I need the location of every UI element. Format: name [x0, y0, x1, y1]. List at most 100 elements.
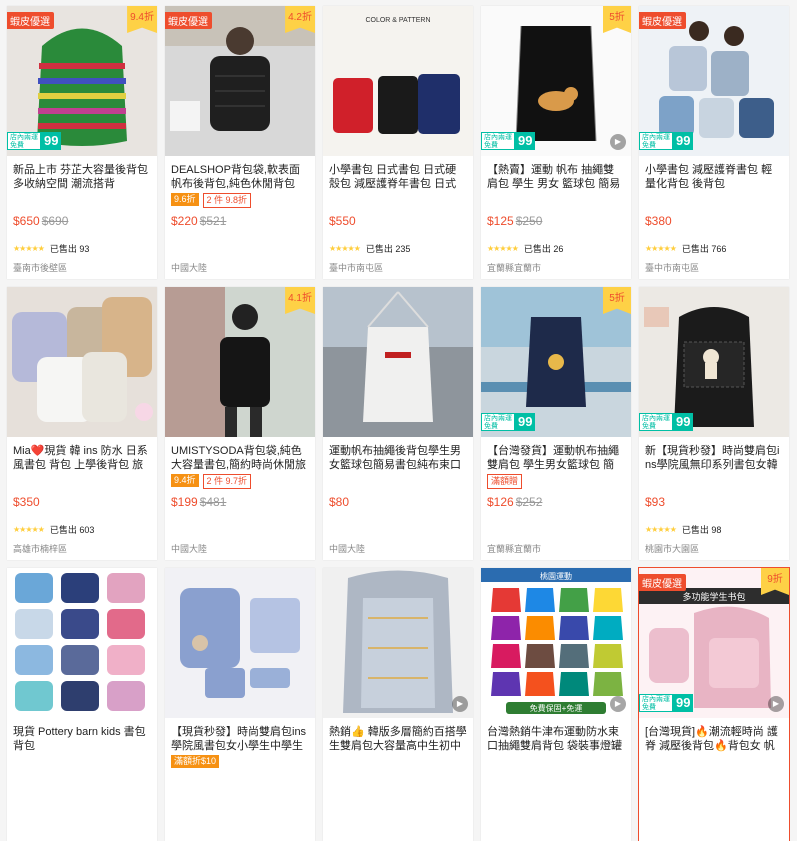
product-image[interactable]: 多功能学生书包蝦皮優選9折店內兩運免費免領券99▶: [639, 568, 789, 718]
video-play-icon[interactable]: ▶: [452, 696, 468, 712]
video-play-icon[interactable]: ▶: [610, 696, 626, 712]
current-price: $93: [645, 495, 666, 509]
product-title[interactable]: 台灣熱銷牛津布運動防水束口抽繩雙肩背包 袋裝事燈罐訓班...: [487, 725, 625, 753]
freeship-label: 店內兩運免費免領券: [481, 413, 515, 431]
promo-tags: [487, 755, 625, 771]
star-rating-icon: ★★★★★: [13, 244, 45, 253]
product-card[interactable]: 5折店內兩運免費免領券99 【台灣發貨】運動帆布抽繩雙肩包 學生男女籃球包 簡易書…: [481, 287, 631, 560]
preferred-badge: 蝦皮優選: [165, 12, 212, 29]
product-title[interactable]: 【現貨秒發】時尚雙肩包ins學院風書包女小學生中學生大容...: [171, 725, 309, 753]
product-title[interactable]: 新【現貨秒發】時尚雙肩包ins學院風無印系列書包女韓版原...: [645, 444, 783, 472]
product-image[interactable]: 蝦皮優選店內兩運免費免領券99: [639, 6, 789, 156]
product-image[interactable]: [165, 568, 315, 718]
star-rating-icon: ★★★★★: [487, 244, 519, 253]
product-image[interactable]: [7, 568, 157, 718]
promo-tags: [13, 755, 151, 771]
product-title[interactable]: 小學書包 日式書包 日式硬殼包 減壓護脊年書包 日式書包 雙...: [329, 163, 467, 191]
video-play-icon[interactable]: ▶: [768, 696, 784, 712]
shop-location: 中國大陸: [171, 544, 208, 554]
promo-tags: 滿額贈: [487, 474, 625, 490]
product-image[interactable]: 店內兩運免費免領券99: [639, 287, 789, 437]
product-card[interactable]: 店內兩運免費免領券99 新【現貨秒發】時尚雙肩包ins學院風無印系列書包女韓版原.…: [639, 287, 789, 560]
product-image[interactable]: 5折店內兩運免費免領券99: [481, 287, 631, 437]
freeship-amount: 99: [515, 413, 536, 431]
product-card[interactable]: 4.1折 UMISTYSODA背包袋,純色大容量書包,簡約時尚休閒旅行背... 9.…: [165, 287, 315, 560]
product-photo: [165, 568, 315, 718]
original-price: $521: [199, 214, 227, 228]
product-card[interactable]: 桃園運動免費保固+免運▶ 台灣熱銷牛津布運動防水束口抽繩雙肩背包 袋裝事燈罐訓班.…: [481, 568, 631, 841]
price: $650 $690: [13, 214, 68, 228]
freeship-label: 店內兩運免費免領券: [639, 694, 673, 712]
product-photo: COLOR & PATTERN: [323, 6, 473, 156]
rating-row: ★★★★★ 已售出 93: [13, 242, 89, 255]
product-image[interactable]: [323, 287, 473, 437]
promo-tag: 滿額折$10: [171, 755, 220, 768]
free-shipping-coupon: 店內兩運免費免領券99: [481, 413, 536, 431]
product-title[interactable]: DEALSHOP背包袋,軟表面帆布後背包,純色休閒背包: [171, 163, 309, 191]
preferred-badge: 蝦皮優選: [639, 574, 686, 591]
product-card[interactable]: 蝦皮優選9.4折店內兩運免費免領券99 新品上市 芬芷大容量後背包 多收納空間 潮…: [7, 6, 157, 279]
free-shipping-coupon: 店內兩運免費免領券99: [639, 132, 694, 150]
promo-tags: [645, 755, 783, 771]
product-title[interactable]: [台灣現貨]🔥潮流輕時尚 護脊 減壓後背包🔥背包女 帆布 尼...: [645, 725, 783, 753]
price: $125 $250: [487, 214, 542, 228]
current-price: $125: [487, 214, 514, 228]
current-price: $199: [171, 495, 198, 509]
promo-tag: 2 件 9.8折: [202, 193, 252, 208]
product-card[interactable]: 現貨 Pottery barn kids 書包 背包: [7, 568, 157, 841]
price: $220 $521: [171, 214, 226, 228]
current-price: $126: [487, 495, 514, 509]
product-image[interactable]: [7, 287, 157, 437]
shop-location: 宜蘭縣宜蘭市: [487, 544, 542, 554]
current-price: $380: [645, 214, 672, 228]
product-card[interactable]: COLOR & PATTERN 小學書包 日式書包 日式硬殼包 減壓護脊年書包 日…: [323, 6, 473, 279]
promo-tags: [329, 474, 467, 490]
product-image[interactable]: 蝦皮優選 4.2折: [165, 6, 315, 156]
product-title[interactable]: Mia❤️現貨 韓 ins 防水 日系風書包 背包 上學後背包 旅行後...: [13, 444, 151, 472]
current-price: $220: [171, 214, 198, 228]
product-card[interactable]: 運動帆布抽繩後背包學生男女籃球包簡易書包純布束口袋書包 $80 中國大陸: [323, 287, 473, 560]
promo-tags: [13, 193, 151, 209]
product-card[interactable]: Mia❤️現貨 韓 ins 防水 日系風書包 背包 上學後背包 旅行後... $3…: [7, 287, 157, 560]
product-image[interactable]: ▶: [323, 568, 473, 718]
product-photo: [7, 568, 157, 718]
free-shipping-coupon: 店內兩運免費免領券99: [639, 694, 694, 712]
price: $380: [645, 214, 672, 228]
shop-location: 臺中市南屯區: [329, 263, 384, 273]
product-card[interactable]: 5折店內兩運免費免領券99▶ 【熱賣】運動 帆布 抽繩雙肩包 學生 男女 籃球包 …: [481, 6, 631, 279]
product-card[interactable]: 蝦皮優選 4.2折 DEALSHOP背包袋,軟表面帆布後背包,純色休閒背包 9.6折 2…: [165, 6, 315, 279]
video-play-icon[interactable]: ▶: [610, 134, 626, 150]
product-image[interactable]: 桃園運動 免費保固+免運 ▶: [481, 568, 631, 718]
star-rating-icon: ★★★★★: [329, 244, 361, 253]
shop-location: 中國大陸: [171, 263, 208, 273]
product-card[interactable]: 蝦皮優選店內兩運免費免領券99 小學書包 減壓護脊書包 輕量化背包 後背包 $380…: [639, 6, 789, 279]
product-card[interactable]: ▶ 熱銷👍 韓版多層簡約百搭學生雙肩包大容量高中生初中生書...: [323, 568, 473, 841]
original-price: $690: [41, 214, 69, 228]
promo-tags: [13, 474, 151, 490]
product-title[interactable]: 運動帆布抽繩後背包學生男女籃球包簡易書包純布束口袋書包: [329, 444, 467, 472]
promo-tags: 9.4折 2 件 9.7折: [171, 474, 309, 490]
promo-tags: [329, 193, 467, 209]
product-title[interactable]: 小學書包 減壓護脊書包 輕量化背包 後背包: [645, 163, 783, 191]
product-image[interactable]: 蝦皮優選9.4折店內兩運免費免領券99: [7, 6, 157, 156]
product-card[interactable]: 【現貨秒發】時尚雙肩包ins學院風書包女小學生中學生大容... 滿額折$10: [165, 568, 315, 841]
promo-tag: 2 件 9.7折: [202, 474, 252, 489]
product-image[interactable]: COLOR & PATTERN: [323, 6, 473, 156]
promo-tag: 9.6折: [171, 193, 199, 206]
sold-count: 已售出 98: [681, 525, 722, 535]
product-image[interactable]: 4.1折: [165, 287, 315, 437]
product-title[interactable]: 【熱賣】運動 帆布 抽繩雙肩包 學生 男女 籃球包 簡易書包 桃...: [487, 163, 625, 191]
product-title[interactable]: UMISTYSODA背包袋,純色大容量書包,簡約時尚休閒旅行背...: [171, 444, 309, 472]
product-image[interactable]: 5折店內兩運免費免領券99▶: [481, 6, 631, 156]
product-title[interactable]: 現貨 Pottery barn kids 書包 背包: [13, 725, 151, 753]
price: $126 $252: [487, 495, 542, 509]
product-title[interactable]: 熱銷👍 韓版多層簡約百搭學生雙肩包大容量高中生初中生書...: [329, 725, 467, 753]
product-photo: [323, 287, 473, 437]
product-card[interactable]: 多功能学生书包蝦皮優選9折店內兩運免費免領券99▶[台灣現貨]🔥潮流輕時尚 護脊…: [638, 567, 790, 841]
product-title[interactable]: 【台灣發貨】運動帆布抽繩雙肩包 學生男女籃球包 簡易書包...: [487, 444, 625, 472]
original-price: $250: [515, 214, 543, 228]
shop-location: 宜蘭縣宜蘭市: [487, 263, 542, 273]
product-title[interactable]: 新品上市 芬芷大容量後背包 多收納空間 潮流搭背: [13, 163, 151, 191]
sold-count: 已售出 603: [49, 525, 95, 535]
freeship-amount: 99: [673, 413, 694, 431]
